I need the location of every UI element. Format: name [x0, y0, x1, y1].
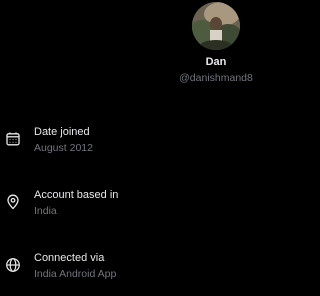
- account-based-in-value: India: [34, 205, 57, 217]
- connected-via-value: India Android App: [34, 268, 117, 280]
- account-based-in-row: Account based in India: [0, 189, 304, 225]
- date-joined-row: Date joined August 2012: [0, 126, 304, 162]
- calendar-icon: [5, 131, 21, 147]
- date-joined-value: August 2012: [34, 142, 93, 154]
- connected-via-label: Connected via: [34, 252, 105, 264]
- globe-icon: [5, 257, 21, 273]
- avatar[interactable]: [192, 2, 240, 50]
- account-based-in-label: Account based in: [34, 189, 119, 201]
- username-handle: @danishmand8: [179, 72, 253, 84]
- avatar-photo: [192, 2, 240, 50]
- connected-via-row: Connected via India Android App: [0, 252, 304, 288]
- location-pin-icon: [5, 194, 21, 210]
- date-joined-label: Date joined: [34, 126, 90, 138]
- about-account-page: Dan @danishmand8 Date joined August 2012: [0, 0, 304, 296]
- display-name: Dan: [205, 56, 227, 68]
